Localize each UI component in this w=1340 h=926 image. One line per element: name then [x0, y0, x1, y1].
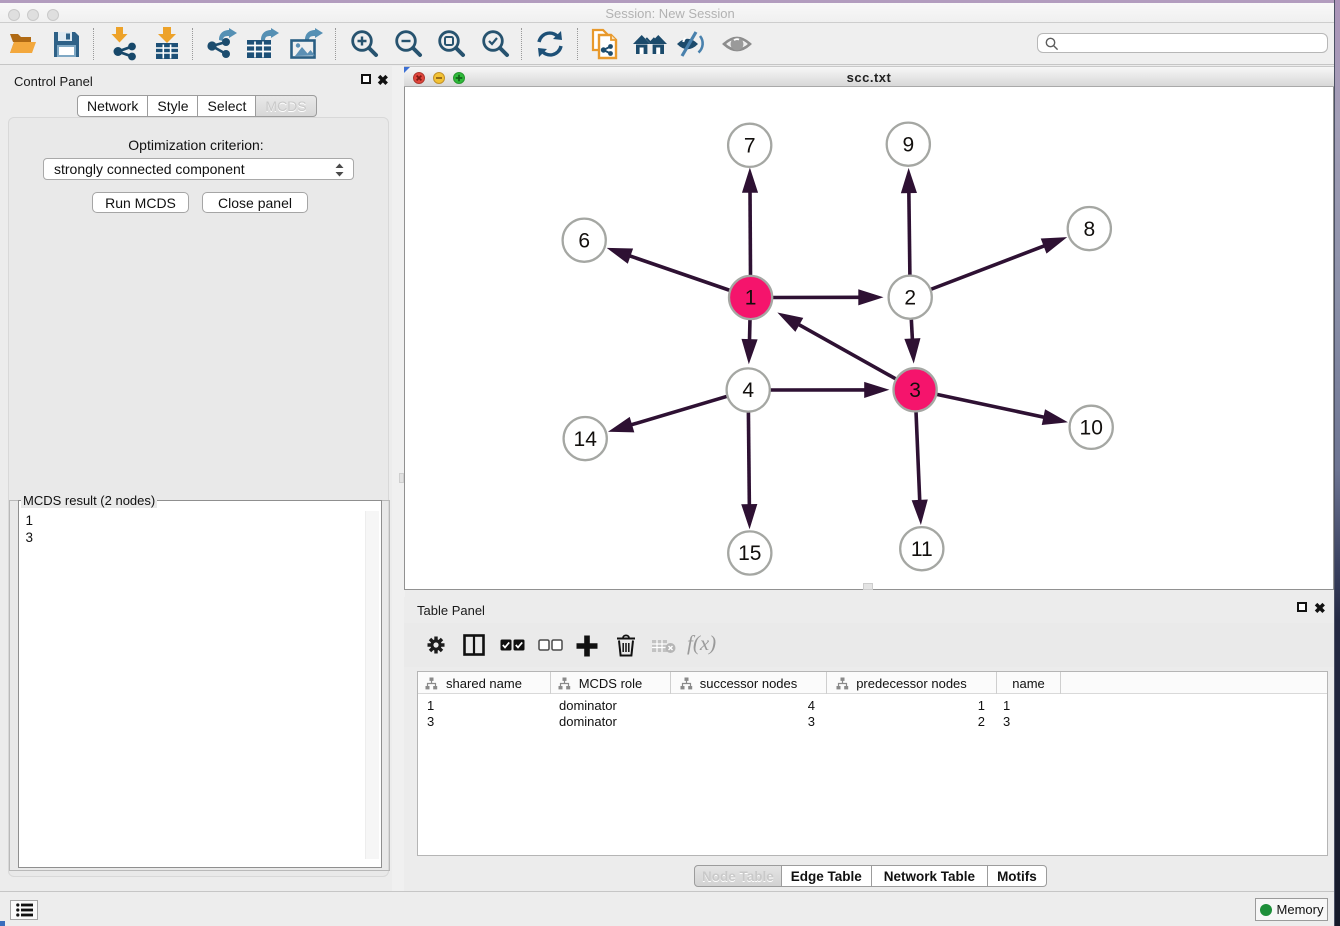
svg-text:14: 14	[574, 428, 598, 451]
svg-text:10: 10	[1080, 417, 1103, 440]
svg-text:8: 8	[1083, 218, 1095, 241]
svg-text:11: 11	[911, 538, 933, 561]
svg-text:1: 1	[745, 287, 757, 310]
svg-text:7: 7	[744, 135, 756, 158]
svg-text:3: 3	[909, 379, 921, 402]
svg-text:2: 2	[904, 286, 916, 309]
svg-text:6: 6	[578, 229, 590, 252]
svg-text:9: 9	[902, 133, 914, 156]
svg-text:4: 4	[742, 379, 754, 402]
svg-text:15: 15	[738, 542, 761, 565]
